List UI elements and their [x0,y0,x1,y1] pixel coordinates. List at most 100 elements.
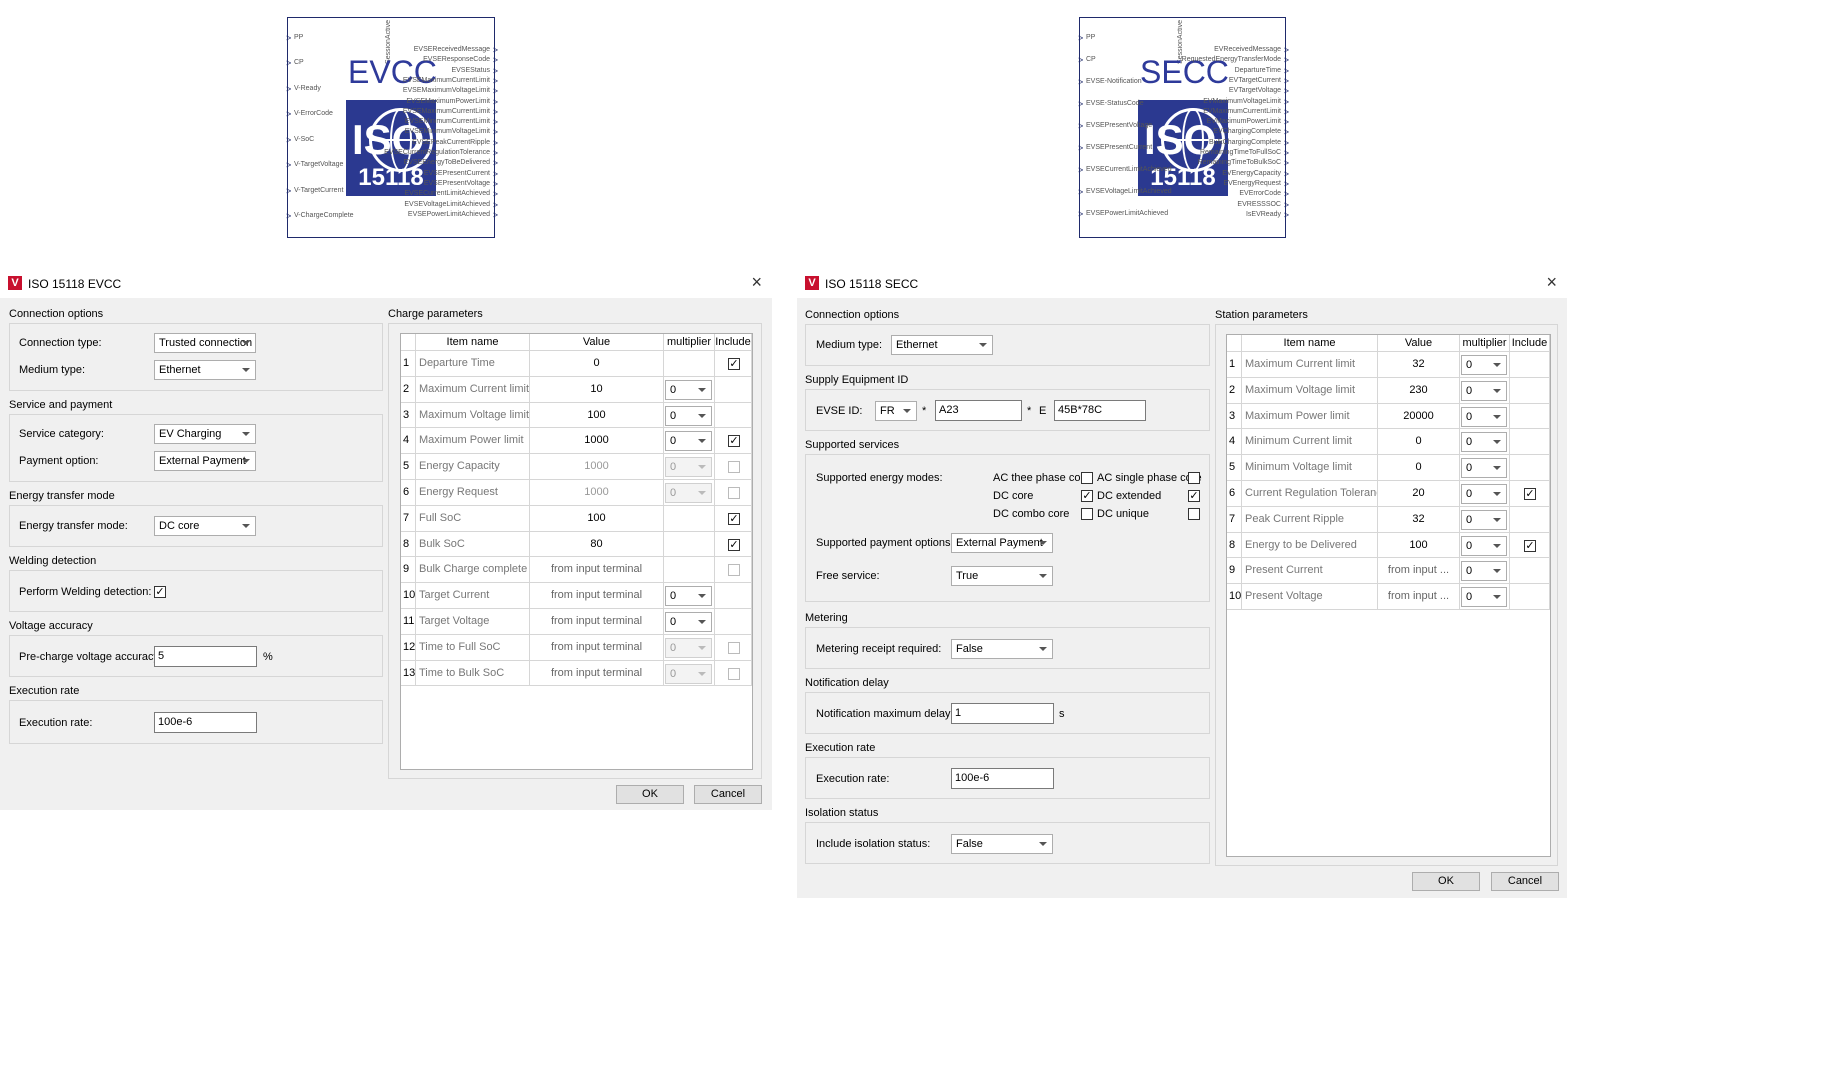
multiplier-select[interactable]: 0 [665,663,712,684]
evcc-input-port[interactable]: PP [286,34,304,42]
multiplier-select[interactable]: 0 [1461,380,1507,401]
charge-parameters-table[interactable]: Item name Value multiplier Include 1 Departur… [400,333,753,770]
evcc-dialog-titlebar[interactable]: V ISO 15118 EVCC × [0,268,772,298]
energy-mode-select[interactable]: DC core [154,516,256,536]
secc-output-port[interactable]: EVReceivedMessage [1214,46,1289,54]
evcc-input-port[interactable]: V-Ready [286,85,321,93]
multiplier-select[interactable]: 0 [665,586,712,607]
close-icon[interactable]: × [1546,272,1557,293]
evcc-input-port[interactable]: V-ChargeComplete [286,212,353,220]
notification-input[interactable]: 1 [951,703,1054,724]
exec-rate-input[interactable]: 100e-6 [951,768,1054,789]
secc-output-port[interactable]: EVChargingComplete [1213,128,1288,136]
ok-button[interactable]: OK [1412,872,1480,891]
value-cell[interactable]: 1000 [530,480,664,506]
isolation-select[interactable]: False [951,834,1053,854]
dc-unique-checkbox[interactable] [1188,508,1200,520]
value-cell[interactable]: from input ... [1378,558,1460,585]
multiplier-select[interactable]: 0 [665,483,712,503]
secc-input-port[interactable]: EVSEVoltageLimitAchieved [1078,188,1172,196]
value-cell[interactable]: 20 [1378,481,1460,507]
secc-output-port[interactable]: RequestedEnergyTransferMode [1182,56,1290,64]
medium-type-select[interactable]: Ethernet [891,335,993,355]
ac-single-phase-checkbox[interactable] [1188,472,1200,484]
secc-output-port[interactable]: EVErrorCode [1239,190,1288,198]
include-checkbox[interactable]: ✓ [728,538,740,551]
column-header[interactable]: Item name [1242,335,1378,352]
evcc-output-port[interactable]: EVSEStatus [451,67,497,75]
include-checkbox[interactable] [728,641,740,654]
evcc-output-port[interactable]: EVSEMaximumCurrentLimit [403,108,498,116]
multiplier-select[interactable]: 0 [1461,561,1507,582]
evcc-output-port[interactable]: EVSECurrentRegulationTolerance [384,149,498,157]
value-cell[interactable]: from input terminal [530,634,664,661]
multiplier-select[interactable]: 0 [1461,509,1507,530]
value-cell[interactable]: from input terminal [530,609,664,635]
evcc-output-port[interactable]: EVSEMaximumCurrentLimit [403,77,498,85]
multiplier-select[interactable]: 0 [1461,432,1507,453]
evcc-output-port[interactable]: EVSEMaximumPowerLimit [406,98,497,106]
secc-input-port[interactable]: PP [1078,34,1096,42]
value-cell[interactable]: 0 [530,351,664,377]
secc-output-port[interactable]: EVMaximumCurrentLimit [1203,108,1289,116]
value-cell[interactable]: 0 [1378,455,1460,481]
evcc-input-port[interactable]: V-TargetCurrent [286,187,343,195]
secc-output-port[interactable]: EVMaximumVoltageLimit [1203,98,1289,106]
evcc-output-port[interactable]: EVSEMinimumVoltageLimit [405,128,498,136]
evcc-output-port[interactable]: EVSEMaximumVoltageLimit [403,87,498,95]
column-header[interactable]: Value [530,334,664,351]
payment-options-select[interactable]: External Payment [951,533,1053,553]
secc-output-port[interactable]: EVEnergyRequest [1223,180,1288,188]
cancel-button[interactable]: Cancel [694,785,762,804]
include-checkbox[interactable] [728,667,740,680]
multiplier-select[interactable]: 0 [665,457,712,478]
value-cell[interactable]: 100 [530,402,664,429]
secc-input-port[interactable]: EVSEPresentVoltage [1078,122,1152,130]
secc-output-port[interactable]: EVTargetVoltage [1229,87,1289,95]
column-header[interactable]: Include [1510,335,1550,352]
metering-select[interactable]: False [951,639,1053,659]
multiplier-select[interactable]: 0 [665,612,712,632]
service-category-select[interactable]: EV Charging [154,424,256,444]
evcc-output-port[interactable]: EVSEVoltageLimitAchieved [404,201,497,209]
secc-input-port[interactable]: EVSE-StatusCode [1078,100,1144,108]
value-cell[interactable]: 1000 [530,428,664,455]
value-cell[interactable]: 100 [530,505,664,532]
evcc-input-port[interactable]: CP [286,59,304,67]
evcc-output-port[interactable]: EVSEPeakCurrentRipple [412,139,498,147]
secc-input-port[interactable]: EVSEPowerLimitAchieved [1078,210,1168,218]
column-header[interactable]: Value [1378,335,1460,352]
evcc-output-port[interactable]: EVSEResponseCode [423,56,498,64]
column-header[interactable]: multiplier [664,334,715,351]
evse-id-input[interactable]: 45B*78C [1054,400,1146,421]
evcc-output-port[interactable]: EVSEPresentCurrent [424,170,498,178]
secc-output-port[interactable]: EVTargetCurrent [1229,77,1289,85]
evcc-block[interactable]: SessionActive EVCC ISO 15118 PPCPV-Ready… [286,17,499,238]
multiplier-select[interactable]: 0 [1461,484,1507,504]
ac-three-phase-checkbox[interactable] [1081,472,1093,484]
evse-country-select[interactable]: FR [875,401,917,421]
secc-input-port[interactable]: EVSECurrentLimitAchieved [1078,166,1172,174]
secc-output-port[interactable]: BulkChargingComplete [1209,139,1289,147]
value-cell[interactable]: 230 [1378,377,1460,404]
multiplier-select[interactable]: 0 [1461,535,1507,556]
secc-input-port[interactable]: CP [1078,56,1096,64]
evcc-input-port[interactable]: V-TargetVoltage [286,161,344,169]
multiplier-select[interactable]: 0 [665,431,712,452]
evcc-output-port[interactable]: EVSEReceivedMessage [414,46,499,54]
value-cell[interactable]: from input ... [1378,584,1460,610]
secc-output-port[interactable]: RemainingTimeToBulkSoC [1198,159,1290,167]
include-checkbox[interactable]: ✓ [728,358,740,370]
multiplier-select[interactable]: 0 [1461,355,1507,375]
secc-output-port[interactable]: DepartureTime [1235,67,1290,75]
include-checkbox[interactable] [728,564,740,577]
dc-extended-checkbox[interactable]: ✓ [1188,490,1200,502]
evse-operator-input[interactable]: A23 [935,400,1022,421]
evcc-input-port[interactable]: V-ErrorCode [286,110,333,118]
value-cell[interactable]: 32 [1378,352,1460,378]
ok-button[interactable]: OK [616,785,684,804]
include-checkbox[interactable]: ✓ [1524,488,1536,500]
secc-input-port[interactable]: EVSEPresentCurrent [1078,144,1152,152]
cancel-button[interactable]: Cancel [1491,872,1559,891]
value-cell[interactable]: 0 [1378,429,1460,456]
